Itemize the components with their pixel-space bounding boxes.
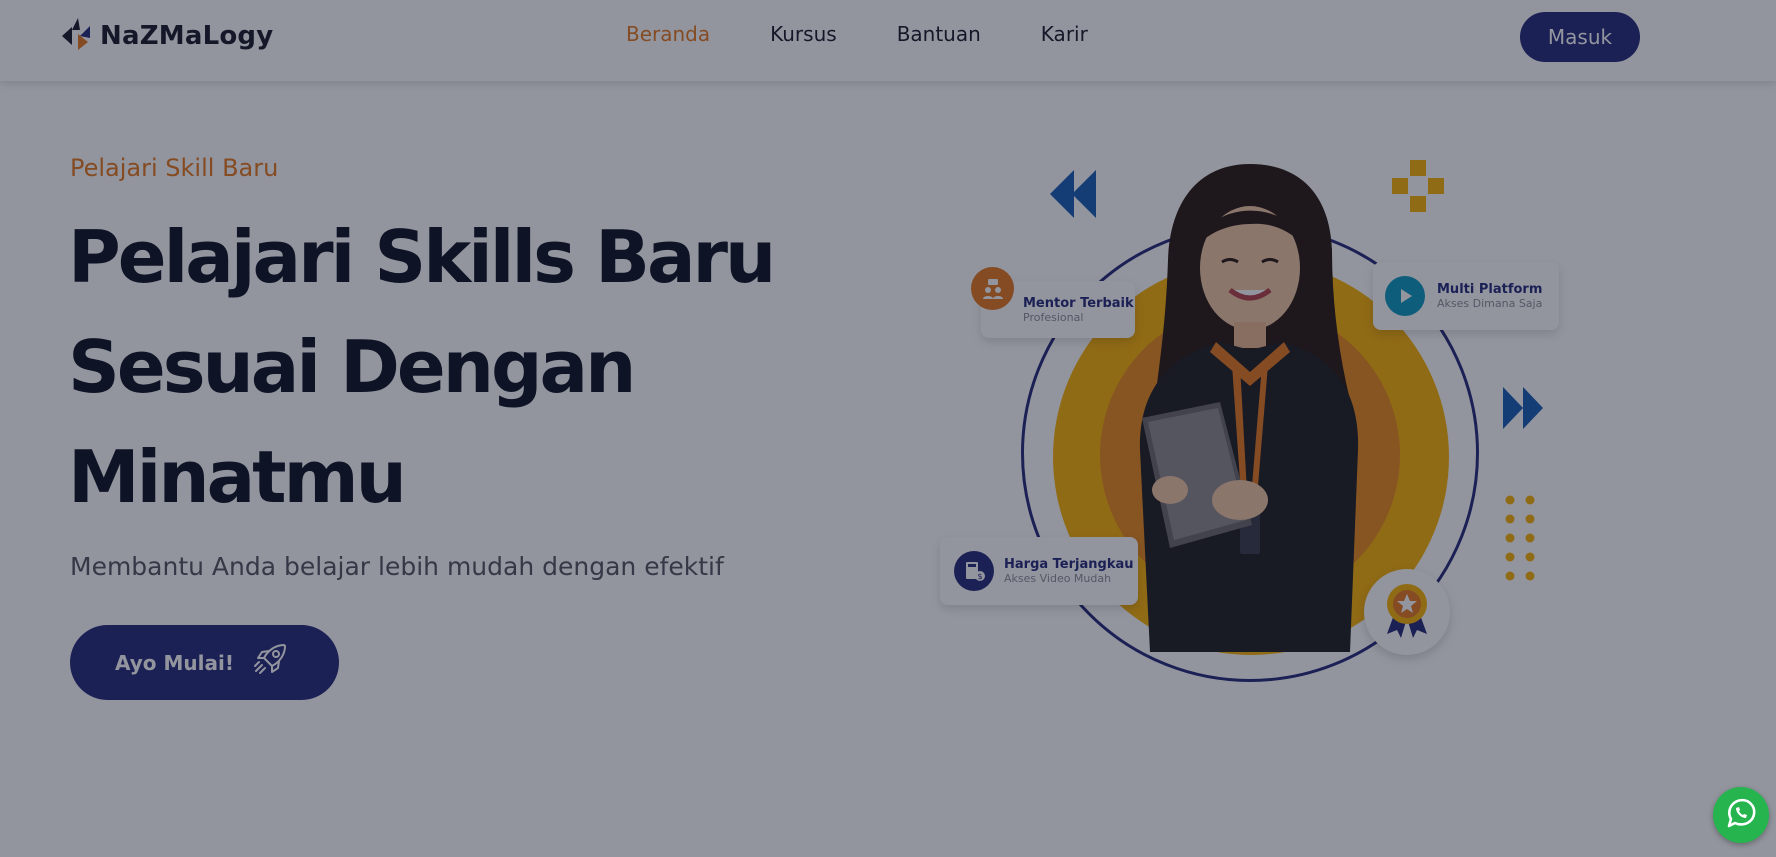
modal-backdrop-overlay[interactable] bbox=[0, 0, 1776, 857]
whatsapp-icon bbox=[1721, 793, 1761, 838]
whatsapp-button[interactable] bbox=[1713, 787, 1769, 843]
